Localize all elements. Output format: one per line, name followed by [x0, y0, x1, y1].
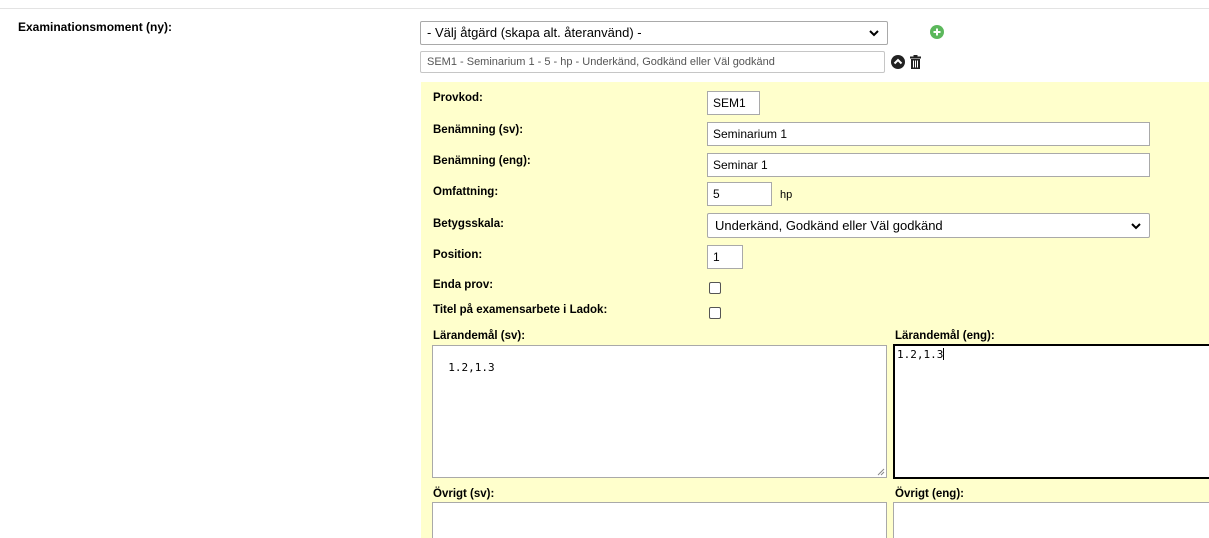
omfattning-label: Omfattning:	[433, 186, 499, 198]
add-circle-icon[interactable]	[930, 25, 944, 39]
larandemal-eng-label: Lärandemål (eng):	[895, 330, 995, 342]
benamning-sv-input[interactable]: Seminarium 1	[707, 122, 1150, 146]
resize-handle-icon[interactable]	[877, 468, 885, 476]
ovrigt-eng-textarea[interactable]	[893, 502, 1209, 538]
action-select-value: - Välj åtgärd (skapa alt. återanvänd) -	[427, 25, 642, 40]
provkod-label: Provkod:	[433, 92, 483, 104]
trash-icon[interactable]	[910, 55, 921, 69]
exam-moment-summary[interactable]: SEM1 - Seminarium 1 - 5 - hp - Underkänd…	[420, 51, 885, 73]
chevron-down-icon	[869, 30, 879, 37]
betygsskala-label: Betygsskala:	[433, 218, 504, 230]
chevron-down-icon	[1131, 223, 1141, 230]
titel-examensarbete-label: Titel på examensarbete i Ladok:	[433, 304, 608, 316]
omfattning-unit: hp	[780, 189, 793, 201]
position-input[interactable]: 1	[707, 245, 743, 269]
enda-prov-checkbox[interactable]	[709, 282, 721, 294]
larandemal-sv-textarea[interactable]: 1.2,1.3	[432, 345, 887, 478]
collapse-up-icon[interactable]	[891, 55, 905, 69]
ovrigt-sv-label: Övrigt (sv):	[433, 488, 495, 500]
enda-prov-label: Enda prov:	[433, 279, 494, 291]
betygsskala-value: Underkänd, Godkänd eller Väl godkänd	[715, 218, 943, 233]
titel-examensarbete-checkbox[interactable]	[709, 307, 721, 319]
larandemal-eng-text: 1.2,1.3	[897, 348, 944, 361]
ovrigt-sv-textarea[interactable]	[432, 502, 887, 538]
section-label: Examinationsmoment (ny):	[18, 20, 173, 34]
benamning-eng-label: Benämning (eng):	[433, 155, 531, 167]
position-label: Position:	[433, 249, 483, 261]
larandemal-sv-label: Lärandemål (sv):	[433, 330, 526, 342]
provkod-input[interactable]: SEM1	[707, 91, 760, 115]
benamning-eng-input[interactable]: Seminar 1	[707, 153, 1150, 177]
action-select[interactable]: - Välj åtgärd (skapa alt. återanvänd) -	[420, 21, 888, 45]
ovrigt-eng-label: Övrigt (eng):	[895, 488, 964, 500]
larandemal-sv-text: 1.2,1.3	[448, 361, 495, 374]
betygsskala-select[interactable]: Underkänd, Godkänd eller Väl godkänd	[707, 213, 1150, 238]
larandemal-eng-textarea[interactable]: 1.2,1.3	[893, 344, 1209, 479]
text-caret	[943, 348, 945, 360]
omfattning-input[interactable]: 5	[707, 182, 772, 206]
benamning-sv-label: Benämning (sv):	[433, 124, 524, 136]
top-divider	[0, 8, 1209, 9]
